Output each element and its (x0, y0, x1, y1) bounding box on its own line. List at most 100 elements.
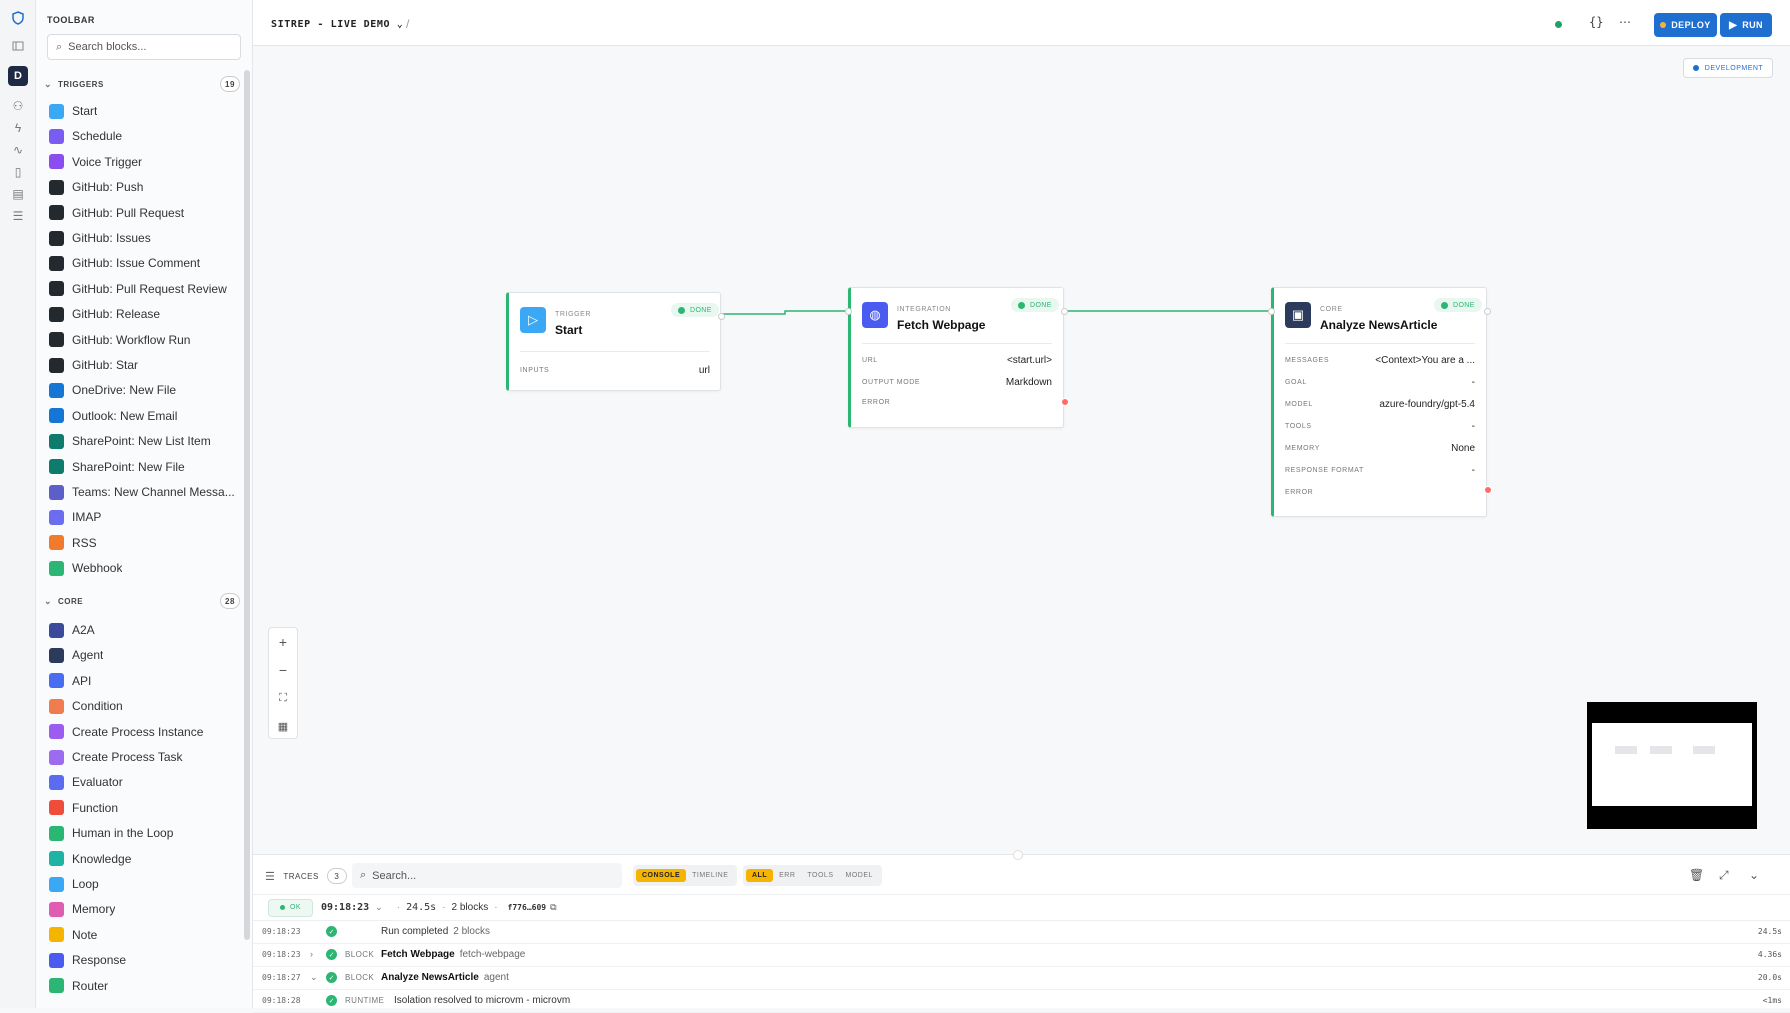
workspace-avatar[interactable]: D (8, 66, 28, 86)
sidebar-item-router[interactable]: Router (49, 976, 239, 996)
workflow-name: SITREP - LIVE DEMO (271, 19, 391, 30)
trash-icon[interactable]: 🗑 (1689, 868, 1704, 882)
output-port[interactable] (1061, 308, 1068, 315)
sidebar-item-human-in-the-loop[interactable]: Human in the Loop (49, 823, 239, 843)
check-icon: ✓ (326, 926, 337, 937)
deploy-button[interactable]: DEPLOY (1654, 13, 1717, 37)
error-port[interactable] (1061, 398, 1069, 406)
node-fetch-webpage[interactable]: ◍ INTEGRATION Fetch Webpage DONE URL <sta… (845, 287, 1069, 428)
filter-all[interactable]: ALL (746, 869, 774, 882)
sidebar-item-github-issues[interactable]: GitHub: Issues (49, 228, 239, 248)
sidebar-item-github-push[interactable]: GitHub: Push (49, 177, 239, 197)
sidebar-item-start[interactable]: Start (49, 101, 239, 121)
section-core[interactable]: ⌄ CORE 28 (44, 592, 240, 610)
grid-toggle-icon[interactable]: ▦ (269, 714, 297, 738)
minimap[interactable] (1587, 702, 1757, 829)
sidebar-item-github-pull-request-review[interactable]: GitHub: Pull Request Review (49, 279, 239, 299)
section-triggers[interactable]: ⌄ TRIGGERS 19 (44, 75, 240, 93)
zoom-in-icon[interactable]: + (269, 630, 297, 654)
sidebar-item-rss[interactable]: RSS (49, 533, 239, 553)
console-search-input[interactable]: ⌕ Search... (352, 863, 622, 888)
sidebar-item-evaluator[interactable]: Evaluator (49, 772, 239, 792)
run-button[interactable]: ▶ RUN (1720, 13, 1772, 37)
sidebar-item-memory[interactable]: Memory (49, 899, 239, 919)
log-row[interactable]: 09:18:28 ✓ RUNTIME Isolation resolved to mi… (253, 990, 1790, 1013)
sidebar-item-github-issue-comment[interactable]: GitHub: Issue Comment (49, 253, 239, 273)
copy-icon[interactable]: ⧉ (550, 902, 556, 913)
output-port[interactable] (718, 313, 725, 320)
log-row[interactable]: 09:18:23 › ✓ BLOCK Fetch Webpage fetch-webpag… (253, 944, 1790, 967)
sidebar-item-agent[interactable]: Agent (49, 645, 239, 665)
chevron-down-icon[interactable]: ⌄ (375, 902, 383, 913)
minimap-node (1693, 746, 1715, 754)
filter-model[interactable]: MODEL (840, 869, 879, 882)
more-options-icon[interactable]: ⋯ (1619, 15, 1631, 29)
sidebar-item-api[interactable]: API (49, 671, 239, 691)
sidebar-item-onedrive-new-file[interactable]: OneDrive: New File (49, 380, 239, 400)
sidebar-item-create-process-task[interactable]: Create Process Task (49, 747, 239, 767)
users-icon[interactable]: ⚇ (8, 96, 28, 116)
list-icon[interactable]: ☰ (8, 206, 28, 226)
check-icon: ✓ (326, 972, 337, 983)
sidebar-item-response[interactable]: Response (49, 950, 239, 970)
logo-shield-icon (8, 8, 28, 28)
search-blocks-input[interactable]: ⌕ Search blocks... (47, 34, 241, 60)
filter-err[interactable]: ERR (773, 869, 801, 882)
output-port[interactable] (1484, 308, 1491, 315)
error-port[interactable] (1484, 486, 1492, 494)
sidebar-item-condition[interactable]: Condition (49, 696, 239, 716)
sidebar-item-imap[interactable]: IMAP (49, 507, 239, 527)
sidebar-item-sharepoint-new-file[interactable]: SharePoint: New File (49, 457, 239, 477)
filter-tools[interactable]: TOOLS (801, 869, 839, 882)
chevron-down-icon[interactable]: ⌄ (310, 972, 318, 983)
sidebar-item-voice-trigger[interactable]: Voice Trigger (49, 152, 239, 172)
sidebar-item-github-pull-request[interactable]: GitHub: Pull Request (49, 203, 239, 223)
tab-console[interactable]: CONSOLE (636, 869, 687, 882)
block-icon (49, 774, 64, 790)
section-triggers-label: TRIGGERS (58, 79, 104, 89)
sidebar-item-github-star[interactable]: GitHub: Star (49, 355, 239, 375)
zoom-out-icon[interactable]: − (269, 658, 297, 682)
sidebar-item-sharepoint-new-list-item[interactable]: SharePoint: New List Item (49, 431, 239, 451)
sidebar-item-github-release[interactable]: GitHub: Release (49, 304, 239, 324)
run-summary[interactable]: OK 09:18:23 ⌄ · 24.5s · 2 blocks · f776…… (253, 895, 1790, 921)
sidebar-item-note[interactable]: Note (49, 925, 239, 945)
node-start[interactable]: ▷ TRIGGER Start DONE INPUTS url (506, 292, 725, 391)
sidebar-scrollbar[interactable] (244, 70, 250, 940)
sidebar-item-schedule[interactable]: Schedule (49, 126, 239, 146)
inbox-icon[interactable]: ▤ (8, 184, 28, 204)
bolt-icon[interactable]: ϟ (8, 118, 28, 138)
workflow-canvas[interactable]: DEVELOPMENT ▷ TRIGGER Start DONE INPUTS u… (253, 46, 1790, 854)
log-row[interactable]: 09:18:23 ✓ Run completed 2 blocks 24.5s (253, 921, 1790, 944)
activity-icon[interactable]: ∿ (8, 140, 28, 160)
sidebar-item-teams-new-channel-messa[interactable]: Teams: New Channel Messa... (49, 482, 239, 502)
collapse-panel-icon[interactable]: ⌄ (1749, 868, 1759, 882)
node-analyze-newsarticle[interactable]: ▣ CORE Analyze NewsArticle DONE MESSAGES… (1268, 287, 1492, 517)
run-label: RUN (1742, 20, 1763, 30)
deploy-label: DEPLOY (1671, 20, 1711, 30)
check-icon: ✓ (326, 949, 337, 960)
chevron-right-icon[interactable]: › (310, 949, 313, 959)
sidebar-item-create-process-instance[interactable]: Create Process Instance (49, 722, 239, 742)
workflow-name-dropdown[interactable]: SITREP - LIVE DEMO ⌄ (271, 19, 403, 30)
panel-toggle-icon[interactable] (8, 36, 28, 56)
book-icon[interactable]: ▯ (8, 162, 28, 182)
tab-timeline[interactable]: TIMELINE (686, 869, 734, 882)
log-row[interactable]: 09:18:27 ⌄ ✓ BLOCK Analyze NewsArticle agent 2… (253, 967, 1790, 990)
input-port[interactable] (1268, 308, 1275, 315)
status-label: DONE (690, 306, 712, 314)
input-port[interactable] (845, 308, 852, 315)
sidebar-item-webhook[interactable]: Webhook (49, 558, 239, 578)
code-braces-icon[interactable]: {} (1589, 15, 1603, 29)
sidebar-item-outlook-new-email[interactable]: Outlook: New Email (49, 406, 239, 426)
sidebar-item-function[interactable]: Function (49, 798, 239, 818)
sidebar-item-knowledge[interactable]: Knowledge (49, 849, 239, 869)
sidebar-item-github-workflow-run[interactable]: GitHub: Workflow Run (49, 330, 239, 350)
workflow-header: SITREP - LIVE DEMO ⌄ / {} ⋯ DEPLOY ▶ RUN (253, 0, 1790, 46)
expand-icon[interactable]: ⤢ (1719, 868, 1729, 883)
sidebar-item-loop[interactable]: Loop (49, 874, 239, 894)
sidebar-item-a2a[interactable]: A2A (49, 620, 239, 640)
check-icon: ✓ (326, 995, 337, 1006)
fit-view-icon[interactable]: ⛶ (269, 686, 297, 710)
sidebar-item-label: Create Process Instance (72, 724, 204, 739)
